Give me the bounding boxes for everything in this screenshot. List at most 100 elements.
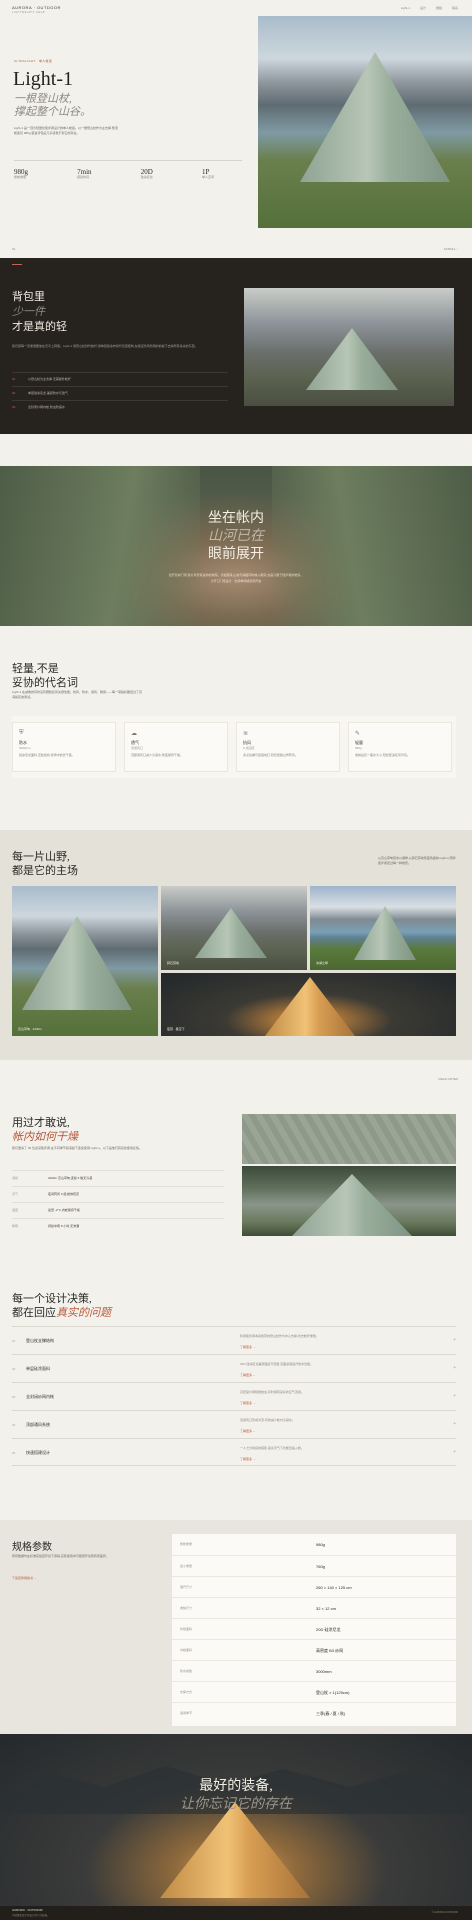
feature-text: 单层硅涂尼龙,兼顾防水与透气 [28,391,68,395]
nav-link-design[interactable]: 设计 [420,6,426,10]
design-link[interactable]: 了解更多 → [240,1401,256,1405]
pack-heading-2: 少一件 [12,306,45,318]
spec-key: 支撑方式 [180,1690,193,1694]
card-sub: 980g [355,746,362,750]
nav-logo[interactable]: AURORA · OUTDOOR LIGHTWEIGHT GEAR [12,5,61,14]
hero-description: Light-1 是一顶为轻量化徒步者设计的单人帐篷。以一根登山杖作为主支撑,整顶… [14,126,118,135]
design-link[interactable]: 了解更多 → [240,1373,256,1377]
wind-icon: ≋ [243,731,249,737]
gallery-caption: 冰湖之畔 [316,961,329,965]
spec-value: 760g [316,1564,325,1569]
forest-camp-image [242,1166,456,1236]
spec-key: 适用季节 [180,1711,193,1715]
design-title: 单层硅涂面料 [26,1366,50,1371]
hero-title: Light-1 [13,68,73,90]
design-row[interactable]: 02 单层硅涂面料 20D 硅涂尼龙兼顾强度与轻量,双面涂层提升防水性能。 了解更多 … [12,1354,456,1382]
nav-links: Light-1 设计 规格 联系 [401,6,458,10]
gallery-caption: 夜营 · 星空下 [167,1027,185,1031]
spec-row: 适用季节 三季(春 / 夏 / 秋) [172,1702,456,1726]
banner-description: 拉开双向门帘,整片风景就是你的前院。清晨醒来,山峰与湖面同时映入眼帘,这是只属于… [168,572,304,577]
spec-key: 整帐重量 [180,1542,193,1546]
stat-label: 整帐重量 [14,175,27,179]
specs-download-link[interactable]: 下载完整规格书 → [12,1576,37,1580]
story-row: 海拔 3200m 高山草甸,连续 5 晚无冷凝 [12,1170,224,1186]
nav-link-product[interactable]: Light-1 [401,6,410,10]
spec-key: 收纳尺寸 [180,1606,193,1610]
story-value: 夜间阵风 6 级,帐体稳定 [48,1192,80,1196]
pack-section: 背包里 少一件 才是真的轻 我们把每一克重量都放在天平上称量。Light-1 用… [0,258,472,434]
feature-row: 01 以登山杖为主支撑,无需额外帐杆 [12,372,228,381]
plus-icon[interactable]: + [453,1421,456,1427]
card-desc: 硅涂尼龙面料,压胶缝线,暴雨中依然干爽。 [19,753,75,757]
nav-link-specs[interactable]: 规格 [436,6,442,10]
pack-description: 我们把每一克重量都放在天平上称量。Light-1 用登山杖替代帐杆,用单层硅涂布… [12,344,198,348]
design-row[interactable]: 03 全封闭纱网内帐 高密度纱网隔绝蚊虫,同时保持良好的空气流通。 了解更多 → + [12,1382,456,1410]
feature-num: 02 [12,391,16,395]
feather-icon: ✎ [355,731,361,737]
gallery-image-lake[interactable]: 冰湖之畔 [310,886,456,970]
tent-illustration [306,328,398,390]
plus-icon[interactable]: + [453,1365,456,1371]
tent-illustration [22,916,132,1010]
plus-icon[interactable]: + [453,1449,456,1455]
spec-value: 32 × 12 cm [316,1606,336,1611]
story-key: 天气 [12,1192,19,1196]
story-value: 持续中雨 8 小时,无渗漏 [48,1224,80,1228]
plus-icon[interactable]: + [453,1337,456,1343]
closing-line-2: 让你忘记它的存在 [180,1797,292,1813]
tent-illustration [265,977,355,1036]
design-row[interactable]: 04 顶部通风系统 双通风口形成对流,有效减少帐内冷凝水。 了解更多 → + [12,1410,456,1438]
weight-description: Light-1 在减重的同时没有牺牲任何关键性能。抗风、防水、通风、耐用——每一… [12,690,143,699]
design-link[interactable]: 了解更多 → [240,1345,256,1349]
design-row[interactable]: 05 快速搭建设计 一人七分钟完成搭建,恶劣天气下也能迅速入帐。 了解更多 → + [12,1438,456,1466]
tent-illustration [160,1802,310,1898]
design-title-2: 都在回应 [12,1307,56,1319]
nav-logo-sub: LIGHTWEIGHT GEAR [12,11,46,14]
design-section: 每一个设计决策, 都在回应真实的问题 01 登山杖支撑结构 利用徒步者本就携带的登山… [0,1276,472,1520]
hero-divider [14,160,242,161]
nav-link-contact[interactable]: 联系 [452,6,458,10]
spec-key: 展开尺寸 [180,1585,193,1589]
design-num: 03 [12,1395,16,1399]
fabric-closeup-image [242,1114,456,1164]
hero-section: ULTRALIGHT · 单人帐篷 Light-1 一根登山杖, 撑起整个山谷。… [0,16,472,256]
plus-icon[interactable]: + [453,1393,456,1399]
site-footer: AURORA · OUTDOOR 为轻量化徒步者设计的户外装备。 © AUROR… [0,1906,472,1920]
gallery-image-meadow[interactable]: 高山草甸 · 3200m [12,886,158,1036]
hero-subtitle-1: 一根登山杖, [14,93,72,105]
spec-value: 20D 硅涂尼龙 [316,1627,341,1632]
feature-text: 全封闭纱网内帐,防虫防露水 [28,405,65,409]
footer-copyright: © AURORA OUTDOOR [431,1911,458,1914]
pack-heading-1: 背包里 [12,291,45,303]
design-desc: 高密度纱网隔绝蚊虫,同时保持良好的空气流通。 [240,1390,304,1394]
story-row: 降雨 持续中雨 8 小时,无渗漏 [12,1218,224,1234]
banner-description-2: 大开口门帘设计 · 支持单侧或双侧开启 [210,579,262,584]
design-title: 全封闭纱网内帐 [26,1394,54,1399]
view-banner: 坐在帐内 山河已在 眼前展开 拉开双向门帘,整片风景就是你的前院。清晨醒来,山峰… [0,466,472,626]
story-row: 温度 最低 -2°C,内帐保持干燥 [12,1202,224,1218]
hero-image [258,16,472,228]
design-desc: 利用徒步者本就携带的登山杖作为中心支撑,省去帐杆重量。 [240,1334,319,1338]
scroll-hint[interactable]: SCROLL ↓ [444,247,458,252]
specs-description: 所有数据均在标准实验室环境下测得,实际使用中可能因环境而有所差异。 [12,1554,109,1558]
design-desc: 双通风口形成对流,有效减少帐内冷凝水。 [240,1418,295,1422]
gallery-image-night[interactable]: 夜营 · 星空下 [161,973,456,1036]
gallery-image-rocky[interactable]: 碎石营地 [161,886,307,970]
design-title: 登山杖支撑结构 [26,1338,54,1343]
footer-logo[interactable]: AURORA · OUTDOOR [12,1908,43,1912]
design-row[interactable]: 01 登山杖支撑结构 利用徒步者本就携带的登山杖作为中心支撑,省去帐杆重量。 了解更多… [12,1326,456,1354]
design-num: 05 [12,1451,16,1455]
feature-card-breathable[interactable]: ☁ 透气 双通风口 顶部通风口减少冷凝水,整夜保持干燥。 [124,722,228,772]
feature-card-lightweight[interactable]: ✎ 轻量 980g 收纳后仅一瓶水大小,轻松装进任何背包。 [348,722,452,772]
design-link[interactable]: 了解更多 → [240,1457,256,1461]
feature-card-waterproof[interactable]: ⛨ 防水 3000mm 硅涂尼龙面料,压胶缝线,暴雨中依然干爽。 [12,722,116,772]
spec-value: 3000mm [316,1669,332,1674]
feature-num: 01 [12,377,16,381]
design-link[interactable]: 了解更多 → [240,1429,256,1433]
feature-card-windproof[interactable]: ≋ 抗风 8 点固定 多点拉绳与加强地钉,稳稳抵御山脊阵风。 [236,722,340,772]
card-desc: 顶部通风口减少冷凝水,整夜保持干燥。 [131,753,183,757]
gallery-caption: 碎石营地 [167,961,180,965]
story-description: 我们邀请了 30 位资深徒步者,在不同季节和海拔下连续使用 Light-1。以下… [12,1146,142,1150]
stat-label: 单人空间 [201,175,214,179]
story-key: 温度 [12,1208,19,1212]
